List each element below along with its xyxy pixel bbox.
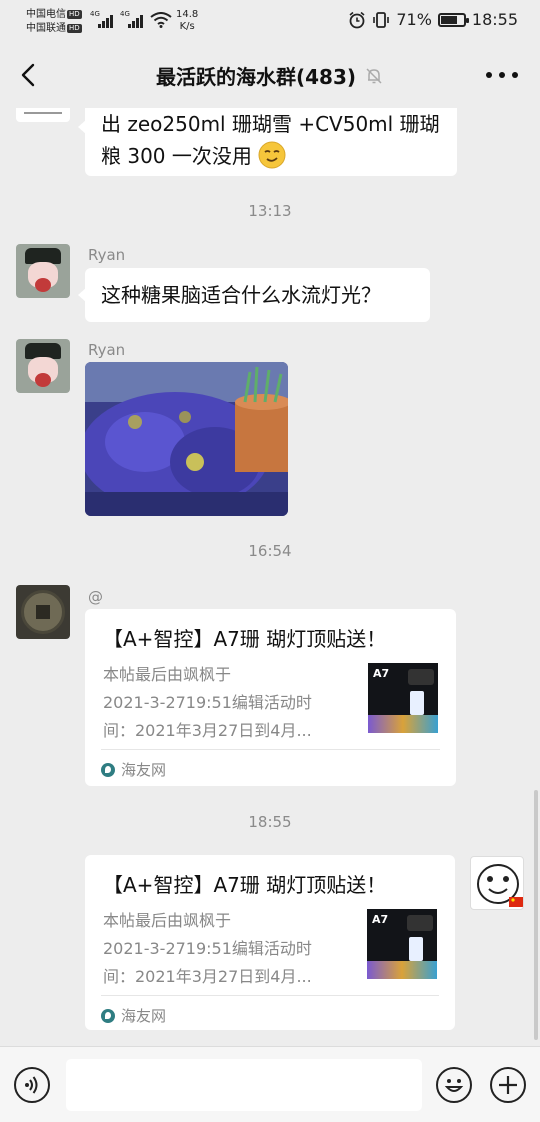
coral-photo[interactable] [85, 362, 288, 516]
vibrate-icon [373, 11, 390, 28]
status-bar: 中国电信 HD 中国联通 HD 4G 4G 14.8 K/s 71% 18:55 [0, 0, 540, 42]
avatar[interactable] [16, 244, 70, 298]
chat-title: 最活跃的海水群(483) [155, 65, 357, 89]
source-logo-icon [101, 1008, 115, 1023]
smirk-emoji-icon [258, 141, 286, 169]
message-text: 这种糖果脑适合什么水流灯光？ [101, 283, 381, 307]
timestamp: 18:55 [248, 813, 292, 831]
net-speed: 14.8 K/s [176, 9, 199, 32]
card-description: 本帖最后由飒枫于 2021-3-2719:51编辑活动时 间：2021年3月27… [103, 665, 312, 740]
carrier-1: 中国电信 [26, 9, 66, 20]
sender-name: Ryan [88, 341, 126, 359]
sender-name: @ [88, 588, 103, 606]
signal-icon [128, 14, 143, 28]
timestamp: 13:13 [248, 202, 292, 220]
avatar[interactable] [16, 339, 70, 393]
title-bar: 最活跃的海水群(483) [0, 42, 540, 108]
card-source: 海友网 [101, 1005, 166, 1026]
avatar[interactable] [16, 585, 70, 639]
voice-icon[interactable] [14, 1067, 50, 1103]
message-bubble[interactable]: 出 zeo250ml 珊瑚雪 +CV50ml 珊瑚 粮 300 一次没用 [78, 108, 457, 176]
scrollbar[interactable] [534, 790, 538, 1040]
status-right-group: 71% 18:55 [348, 10, 518, 29]
avatar[interactable] [16, 108, 70, 122]
divider [101, 995, 439, 996]
card-title: 【A+智控】A7珊 瑚灯顶贴送！ [103, 627, 387, 651]
carrier-info: 中国电信 HD 中国联通 HD [26, 8, 82, 36]
timestamp: 16:54 [248, 542, 292, 560]
plus-icon[interactable] [490, 1067, 526, 1103]
chat-area[interactable]: 出 zeo250ml 珊瑚雪 +CV50ml 珊瑚 粮 300 一次没用 13:… [0, 108, 540, 1046]
message-input[interactable] [66, 1059, 422, 1111]
card-title: 【A+智控】A7珊 瑚灯顶贴送！ [103, 873, 387, 897]
divider [101, 749, 440, 750]
emoji-icon[interactable] [436, 1067, 472, 1103]
battery-percent: 71% [396, 10, 432, 29]
source-logo-icon [101, 762, 115, 777]
status-time: 18:55 [471, 10, 518, 29]
input-bar [0, 1046, 540, 1122]
signal-icon [98, 14, 113, 28]
card-thumbnail: A7 [367, 909, 437, 979]
carrier-2: 中国联通 [26, 23, 66, 34]
card-description: 本帖最后由飒枫于 2021-3-2719:51编辑活动时 间：2021年3月27… [103, 911, 312, 986]
link-card[interactable]: 【A+智控】A7珊 瑚灯顶贴送！ 本帖最后由飒枫于 2021-3-2719:51… [85, 855, 455, 1030]
alarm-icon [349, 11, 365, 28]
message-text: 出 zeo250ml 珊瑚雪 +CV50ml 珊瑚 [101, 112, 440, 136]
message-text: 粮 300 一次没用 [101, 140, 441, 172]
wifi-icon [150, 12, 172, 28]
card-source: 海友网 [101, 759, 166, 780]
battery-icon [437, 12, 469, 27]
card-thumbnail: A7 [368, 663, 438, 733]
hd-badge: HD [67, 10, 82, 19]
sender-name: Ryan [88, 246, 126, 264]
message-bubble[interactable]: 这种糖果脑适合什么水流灯光？ [78, 268, 430, 322]
chat-title-wrap: 最活跃的海水群(483) [0, 61, 540, 90]
link-card[interactable]: 【A+智控】A7珊 瑚灯顶贴送！ 本帖最后由飒枫于 2021-3-2719:51… [85, 609, 456, 786]
avatar[interactable] [470, 856, 524, 910]
hd-badge: HD [67, 24, 82, 33]
more-dots-icon[interactable] [486, 60, 518, 90]
bell-off-icon [366, 67, 382, 84]
